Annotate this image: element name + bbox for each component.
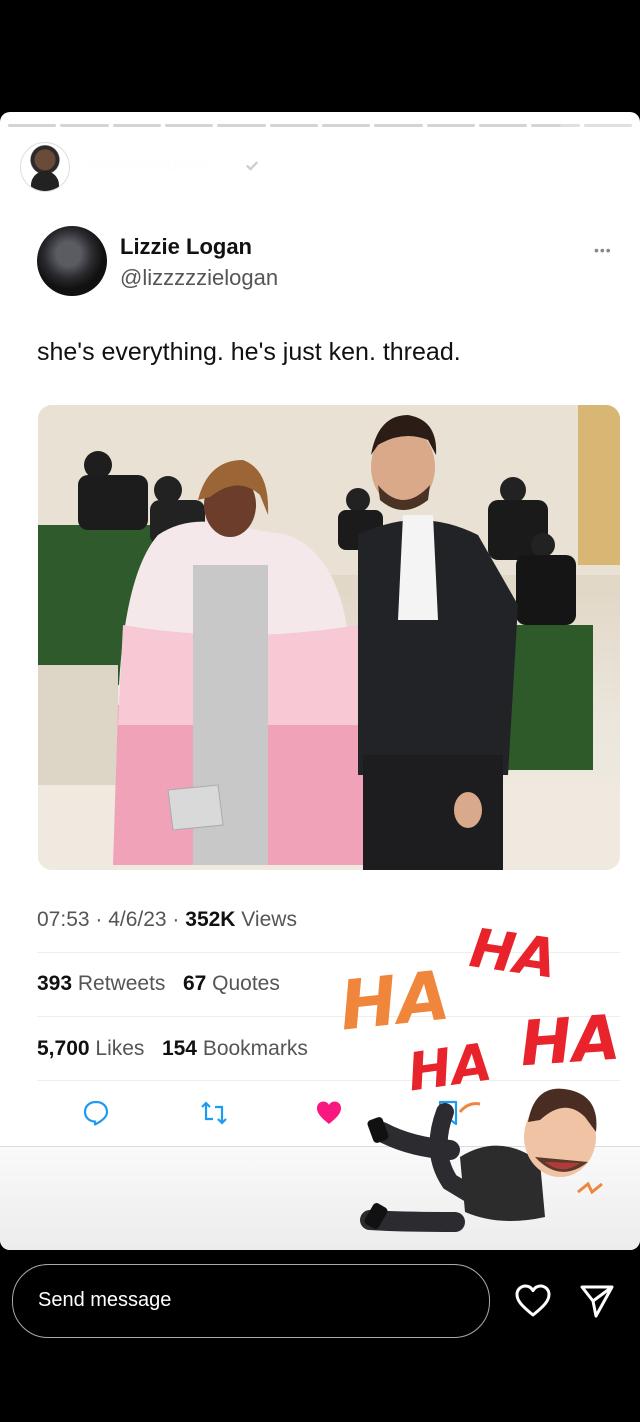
- likes-label[interactable]: Likes: [90, 1037, 144, 1060]
- tweet-photo: [38, 405, 620, 870]
- tweet-meta: 07:53 · 4/6/23 · 352K Views: [37, 908, 297, 932]
- tweet-text: she's everything. he's just ken. thread.: [37, 338, 461, 366]
- story-time: 10m: [278, 154, 315, 175]
- tweet-more-icon: •••: [594, 242, 612, 258]
- retweet-icon[interactable]: [200, 1099, 228, 1127]
- send-message-placeholder: Send message: [38, 1289, 172, 1311]
- share-paper-plane-icon[interactable]: [578, 1282, 616, 1320]
- views-label: Views: [235, 908, 297, 931]
- quotes-label[interactable]: Quotes: [206, 972, 280, 995]
- verified-badge-icon: [242, 156, 262, 176]
- quotes-count: 67: [182, 972, 207, 995]
- views-count: 352K: [185, 908, 236, 931]
- likes-bookmarks-row: 5,700 Likes 154 Bookmarks: [37, 1037, 308, 1061]
- laughing-memoji-sticker[interactable]: HA HA HA HA: [330, 916, 640, 1232]
- likes-count: 5,700: [37, 1037, 90, 1060]
- story-username[interactable]: alexisohanian: [88, 154, 214, 176]
- heart-outline-icon[interactable]: [514, 1282, 552, 1320]
- reply-icon[interactable]: [82, 1099, 110, 1127]
- bookmarks-label[interactable]: Bookmarks: [197, 1037, 308, 1060]
- memoji-figure-icon: [360, 1088, 603, 1232]
- more-options-icon[interactable]: [594, 150, 610, 180]
- retweets-quotes-row: 393 Retweets 67 Quotes: [37, 972, 280, 996]
- retweets-label[interactable]: Retweets: [72, 972, 166, 995]
- story-card: alexisohanian 10m Lizzie Logan @lizzzzzi…: [0, 112, 640, 1250]
- story-avatar[interactable]: [20, 142, 70, 192]
- tweet-timestamp: 07:53 · 4/6/23 ·: [37, 908, 186, 931]
- bookmarks-count: 154: [161, 1037, 197, 1060]
- story-progress-bar: [8, 124, 632, 127]
- tweet-author-handle: @lizzzzzielogan: [120, 265, 279, 290]
- retweets-count: 393: [37, 972, 73, 995]
- tweet-author-avatar: [37, 226, 107, 296]
- tweet-author-name: Lizzie Logan: [120, 234, 252, 259]
